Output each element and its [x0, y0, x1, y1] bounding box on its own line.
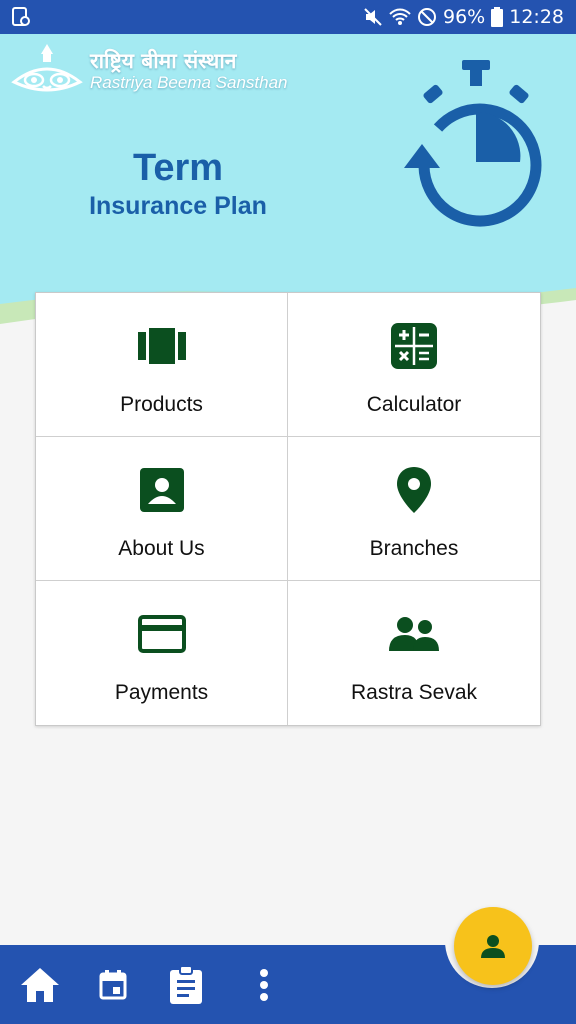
stopwatch-icon	[404, 60, 542, 227]
calculator-icon	[389, 321, 439, 371]
calendar-button[interactable]	[93, 965, 133, 1005]
mute-icon	[363, 7, 383, 27]
home-icon	[21, 968, 59, 1002]
clipboard-icon	[170, 966, 202, 1004]
do-not-disturb-icon	[417, 7, 437, 27]
menu-item-rastra-sevak[interactable]: Rastra Sevak	[288, 581, 540, 725]
calendar-icon	[99, 970, 127, 1000]
menu-item-branches[interactable]: Branches	[288, 437, 540, 581]
menu-item-about-us[interactable]: About Us	[36, 437, 288, 581]
plan-title: Term Insurance Plan	[64, 146, 292, 222]
policy-button[interactable]	[166, 965, 206, 1005]
logo-name-english: Rastriya Beema Sansthan	[90, 73, 288, 92]
menu-grid: Products Calculator About Us Branches Pa…	[35, 292, 541, 726]
profile-fab-button[interactable]	[454, 907, 532, 985]
products-icon	[137, 321, 187, 371]
more-button[interactable]	[244, 965, 284, 1005]
contact-card-icon	[137, 465, 187, 515]
location-pin-icon	[389, 465, 439, 515]
menu-label: Rastra Sevak	[350, 681, 478, 704]
eyes-emblem-icon	[11, 44, 83, 92]
status-bar: 96% 12:28	[0, 0, 576, 34]
battery-percent: 96%	[443, 6, 486, 28]
menu-label: Products	[120, 393, 203, 416]
menu-item-calculator[interactable]: Calculator	[288, 293, 540, 437]
menu-item-products[interactable]: Products	[36, 293, 288, 437]
person-icon	[481, 935, 505, 958]
battery-icon	[491, 7, 504, 27]
credit-card-icon	[137, 609, 187, 659]
plan-title-sub: Insurance Plan	[89, 192, 267, 220]
wifi-icon	[389, 7, 411, 27]
company-logo: राष्ट्रिय बीमा संस्थान Rastriya Beema Sa…	[10, 42, 288, 100]
more-vert-icon	[260, 969, 268, 1001]
home-button[interactable]	[20, 965, 60, 1005]
plan-title-main: Term	[132, 147, 224, 189]
header-banner: राष्ट्रिय बीमा संस्थान Rastriya Beema Sa…	[0, 34, 576, 334]
people-icon	[389, 609, 439, 659]
menu-label: Payments	[114, 681, 209, 704]
clock: 12:28	[509, 6, 564, 28]
notification-icon	[12, 7, 30, 27]
menu-item-payments[interactable]: Payments	[36, 581, 288, 725]
menu-label: About Us	[118, 537, 205, 560]
logo-name-devanagari: राष्ट्रिय बीमा संस्थान	[90, 49, 237, 73]
menu-label: Branches	[369, 537, 459, 560]
menu-label: Calculator	[366, 393, 462, 416]
